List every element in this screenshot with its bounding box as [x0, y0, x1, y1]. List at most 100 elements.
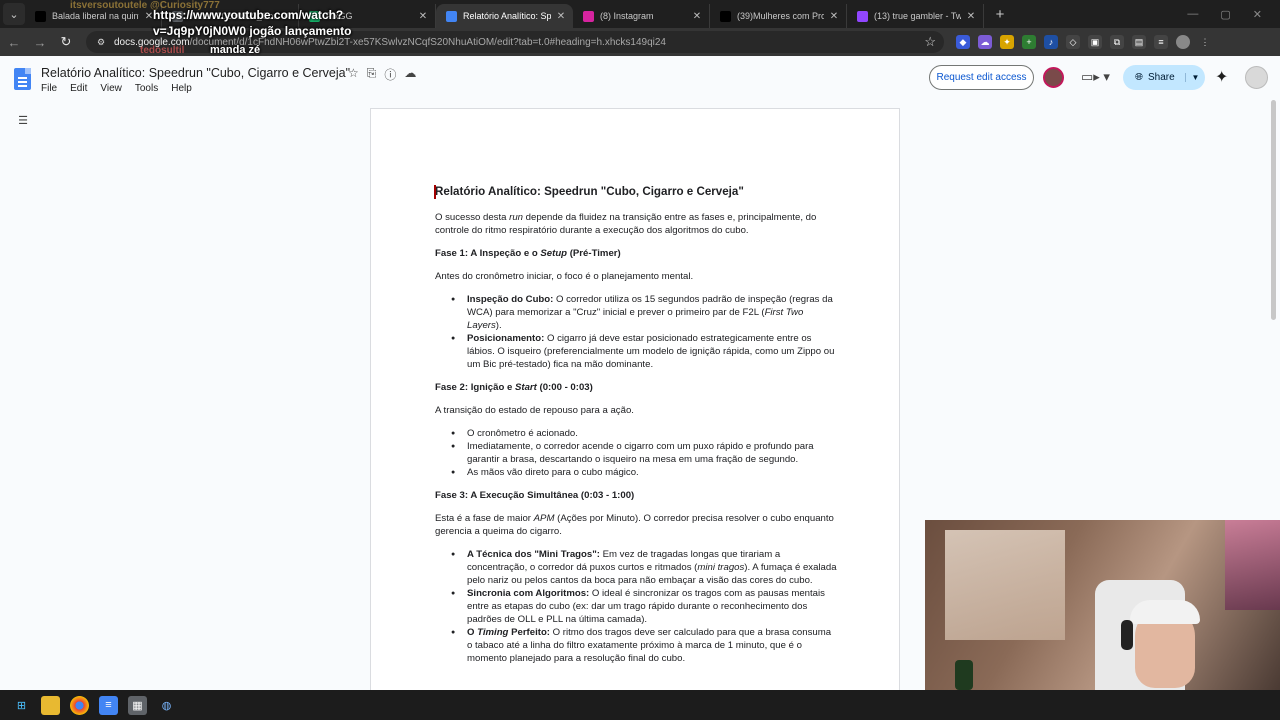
tab-label: (13) true gambler - Twitch	[874, 11, 961, 21]
phase3-intro: Esta é a fase de maior APM (Ações por Mi…	[435, 513, 834, 537]
tab-label: Balada liberal na quinta-f	[52, 11, 139, 21]
maximize-icon[interactable]: ▢	[1220, 8, 1230, 21]
intro-paragraph: O sucesso desta run depende da fluidez n…	[435, 212, 817, 236]
window-controls: — ▢ ✕	[1187, 8, 1280, 21]
extensions-puzzle-icon[interactable]: ⧉	[1110, 35, 1124, 49]
docs-logo-icon[interactable]	[14, 68, 31, 90]
phase1-intro: Antes do cronômetro iniciar, o foco é o …	[435, 271, 694, 282]
browser-tab[interactable]: (8) Instagram ✕	[573, 4, 710, 28]
menu-tools[interactable]: Tools	[135, 83, 158, 94]
stream-overlay-message: https://www.youtube.com/watch? v=Jq9pY0j…	[153, 7, 351, 39]
reload-button[interactable]: ↻	[54, 30, 78, 54]
document-body: Relatório Analítico: Speedrun "Cubo, Cig…	[434, 185, 837, 675]
browser-menu-icon[interactable]: ⋮	[1198, 35, 1212, 49]
document-title[interactable]: Relatório Analítico: Speedrun "Cubo, Cig…	[41, 66, 350, 80]
calculator-icon[interactable]: ▦	[128, 695, 147, 715]
list-item: O Timing Perfeito: O ritmo dos tragos de…	[451, 626, 837, 665]
stream-overlay-command: manda zé	[210, 44, 261, 56]
list-item: Sincronia com Algoritmos: O ideal é sinc…	[451, 587, 837, 626]
document-heading: Relatório Analítico: Speedrun "Cubo, Cig…	[434, 185, 837, 199]
tab-label: (8) Instagram	[600, 11, 654, 21]
request-edit-access-button[interactable]: Request edit access	[929, 65, 1034, 90]
windows-taskbar: ⊞ ≡ ▦ ◍	[0, 690, 1280, 720]
app-globe-icon[interactable]: ◍	[157, 696, 176, 715]
menu-help[interactable]: Help	[171, 83, 192, 94]
forward-button[interactable]: →	[28, 30, 52, 54]
move-folder-icon[interactable]: ⎘	[367, 66, 377, 83]
share-label: Share	[1148, 72, 1175, 83]
page-scrollbar[interactable]	[1271, 100, 1276, 320]
list-item: A Técnica dos "Mini Tragos": Em vez de t…	[451, 548, 837, 587]
phase1-list: Inspeção do Cubo: O corredor utiliza os …	[435, 293, 837, 371]
list-item: Imediatamente, o corredor acende o cigar…	[451, 440, 837, 466]
star-icon[interactable]: ☆	[348, 66, 359, 83]
cloud-status-icon[interactable]: ☁	[404, 66, 416, 83]
profile-avatar[interactable]	[1176, 35, 1190, 49]
close-window-icon[interactable]: ✕	[1253, 8, 1262, 21]
tab-close-icon[interactable]: ✕	[828, 11, 840, 22]
overlay-url-line1: https://www.youtube.com/watch?	[153, 8, 344, 22]
browser-tab[interactable]: Relatório Analítico: Speed ✕	[436, 4, 573, 28]
browser-tab[interactable]: (39)Mulheres com Proble ✕	[710, 4, 847, 28]
share-dropdown-icon[interactable]: ▼	[1185, 73, 1205, 82]
start-windows-icon[interactable]: ⊞	[12, 696, 31, 715]
gemini-sparkle-icon[interactable]: ✦	[1215, 67, 1228, 87]
tab-close-icon[interactable]: ✕	[555, 11, 567, 22]
menu-file[interactable]: File	[41, 83, 57, 94]
text-cursor	[434, 185, 436, 199]
bookmark-star-icon[interactable]: ☆	[924, 34, 936, 50]
instagram-icon	[583, 10, 594, 22]
document-page[interactable]: Relatório Analítico: Speedrun "Cubo, Cig…	[370, 108, 900, 720]
tab-close-icon[interactable]: ✕	[691, 11, 703, 22]
tiktok-icon	[35, 10, 46, 22]
extension-gem-icon[interactable]: ▣	[1088, 35, 1102, 49]
phase2-title: Fase 2: Ignição e Start (0:00 - 0:03)	[435, 382, 593, 393]
phase1-title: Fase 1: A Inspeção e o Setup (Pré-Timer)	[435, 248, 621, 259]
info-icon[interactable]: ⓘ	[384, 66, 396, 83]
menu-bar: File Edit View Tools Help	[41, 83, 192, 94]
file-explorer-icon[interactable]	[41, 695, 60, 715]
minimize-icon[interactable]: —	[1187, 8, 1198, 21]
meet-video-icon[interactable]: ▭▸ ▾	[1081, 69, 1110, 85]
list-item: O cronômetro é acionado.	[451, 427, 837, 440]
tab-close-icon[interactable]: ✕	[417, 11, 429, 22]
extension-diamond-icon[interactable]: ◇	[1066, 35, 1080, 49]
extension-shield-icon[interactable]: ◆	[956, 35, 970, 49]
stream-overlay-user: tedosultil	[140, 45, 185, 56]
chrome-icon[interactable]	[70, 695, 89, 715]
tab-close-icon[interactable]: ✕	[965, 11, 977, 22]
phase3-title: Fase 3: A Execução Simultânea (0:03 - 1:…	[435, 490, 635, 501]
reading-list-icon[interactable]: ≡	[1154, 35, 1168, 49]
extension-pin-icon[interactable]: ✦	[1000, 35, 1014, 49]
site-info-icon[interactable]: ⚙	[94, 35, 108, 49]
extension-cloud-icon[interactable]: ☁	[978, 35, 992, 49]
viewer-avatar[interactable]	[1043, 67, 1064, 88]
phase3-list: A Técnica dos "Mini Tragos": Em vez de t…	[435, 548, 837, 665]
docs-taskbar-icon[interactable]: ≡	[99, 695, 118, 715]
webcam-cap	[1130, 600, 1200, 624]
tab-search-button[interactable]: ⌄	[3, 3, 25, 25]
back-button[interactable]: ←	[2, 30, 26, 54]
tab-label: (39)Mulheres com Proble	[737, 11, 824, 21]
list-item: Posicionamento: O cigarro já deve estar …	[451, 332, 837, 371]
extension-audio-icon[interactable]: ♪	[1044, 35, 1058, 49]
media-control-icon[interactable]: ▤	[1132, 35, 1146, 49]
webcam-headphones	[1121, 620, 1133, 650]
title-actions: ☆ ⎘ ⓘ ☁	[348, 66, 416, 83]
tab-label: Relatório Analítico: Speed	[463, 11, 551, 21]
browser-tab[interactable]: (13) true gambler - Twitch ✕	[847, 4, 984, 28]
document-outline-icon[interactable]: ☰	[12, 110, 34, 130]
account-avatar[interactable]	[1245, 66, 1268, 89]
new-tab-button[interactable]: +	[990, 4, 1010, 24]
docs-icon	[446, 10, 457, 22]
webcam-bottle	[955, 660, 973, 690]
menu-edit[interactable]: Edit	[70, 83, 87, 94]
extension-plus-icon[interactable]: +	[1022, 35, 1036, 49]
tiktok-icon	[720, 10, 731, 22]
phase2-intro: A transição do estado de repouso para a …	[435, 405, 634, 416]
globe-icon: 🌐︎	[1135, 72, 1143, 83]
menu-view[interactable]: View	[100, 83, 122, 94]
heading-text: Relatório Analítico: Speedrun "Cubo, Cig…	[435, 185, 744, 198]
share-button[interactable]: 🌐︎ Share ▼	[1123, 65, 1205, 90]
webcam-window	[945, 530, 1065, 640]
